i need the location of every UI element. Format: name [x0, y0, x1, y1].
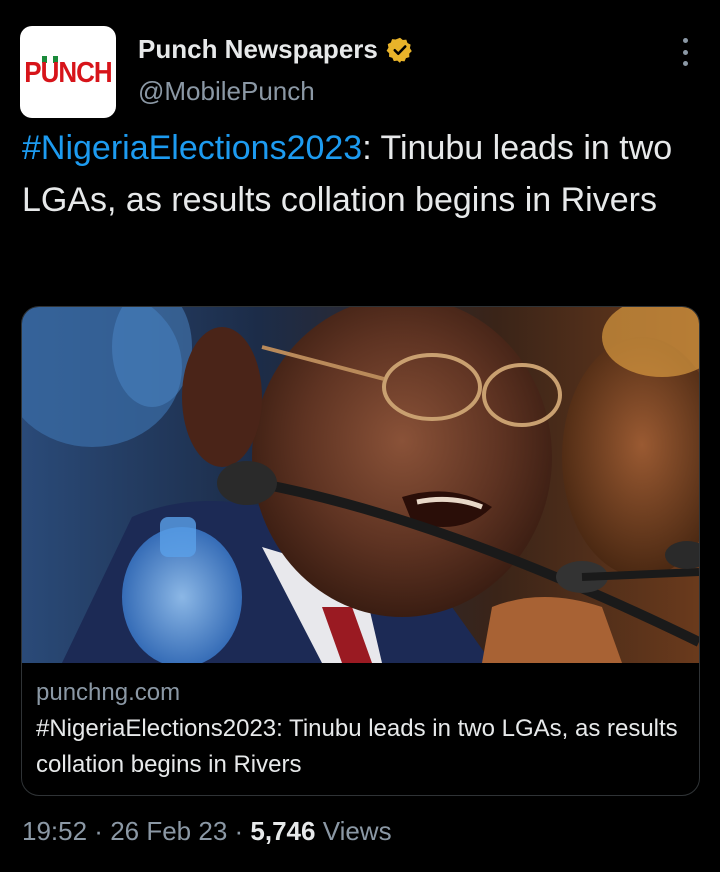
author-name-row: Punch Newspapers [138, 34, 414, 65]
meta-separator: · [227, 816, 251, 846]
tweet: PUNCH Punch Newspapers @MobilePunch #Nig… [0, 0, 720, 872]
views-label: Views [315, 816, 392, 846]
author-display-name[interactable]: Punch Newspapers [138, 34, 378, 65]
more-options-icon[interactable] [674, 38, 696, 66]
tweet-date[interactable]: 26 Feb 23 [110, 816, 227, 846]
author-handle[interactable]: @MobilePunch [138, 76, 315, 107]
card-meta: punchng.com #NigeriaElections2023: Tinub… [36, 677, 686, 783]
verified-badge-icon [386, 36, 414, 64]
avatar-logo-text: PUNCH [24, 54, 112, 88]
hashtag-link[interactable]: #NigeriaElections2023 [22, 129, 362, 167]
card-domain: punchng.com [36, 679, 181, 706]
tweet-meta-row: 19:52 · 26 Feb 23 · 5,746 Views [22, 816, 392, 847]
link-preview-card[interactable]: punchng.com #NigeriaElections2023: Tinub… [21, 306, 700, 796]
views-count: 5,746 [250, 816, 316, 846]
card-image[interactable] [22, 307, 699, 663]
tweet-time[interactable]: 19:52 [22, 816, 87, 846]
meta-separator: · [87, 816, 111, 846]
avatar[interactable]: PUNCH [20, 26, 116, 118]
card-title: #NigeriaElections2023: Tinubu leads in t… [36, 715, 678, 778]
tweet-text: #NigeriaElections2023: Tinubu leads in t… [22, 122, 702, 226]
